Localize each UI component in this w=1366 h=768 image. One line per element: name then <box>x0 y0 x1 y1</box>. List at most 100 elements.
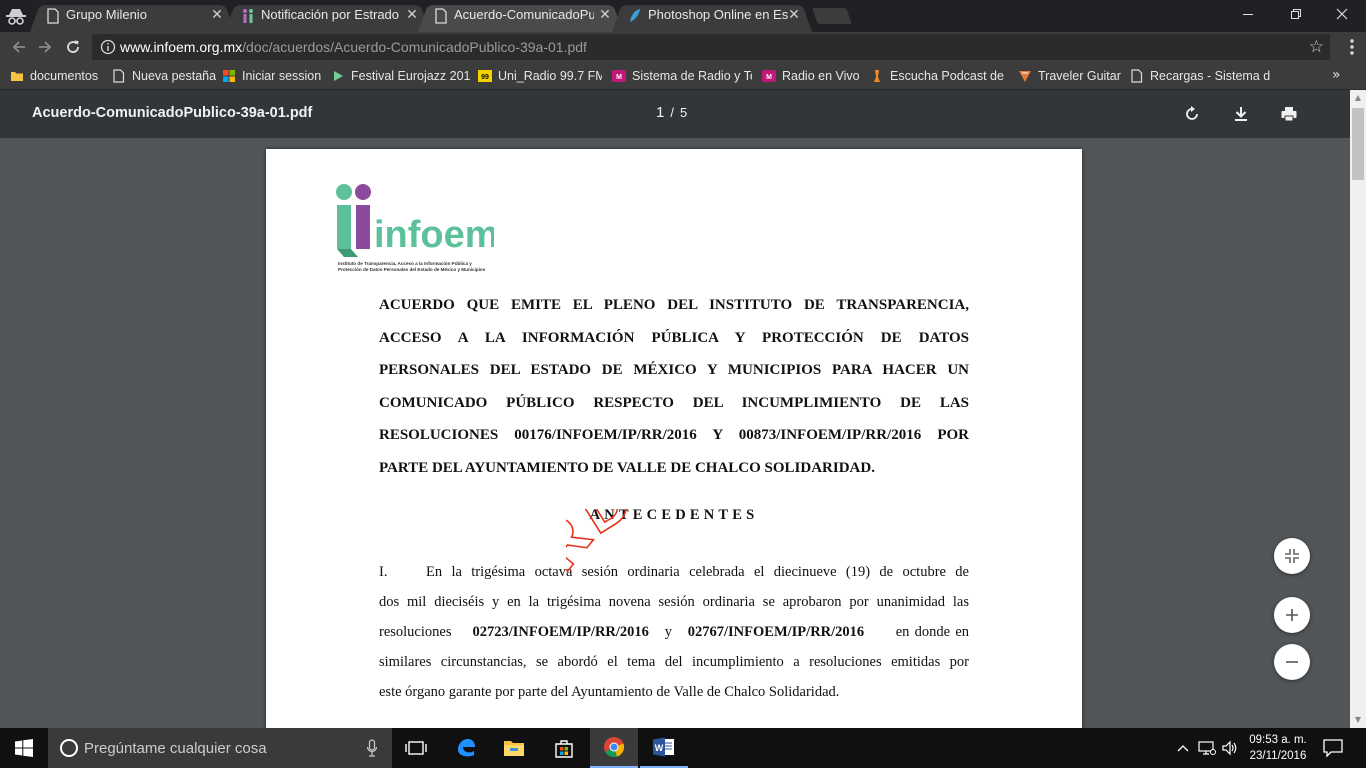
plus-icon <box>1286 609 1298 621</box>
windows-taskbar: Pregúntame cualquier cosa W 09:53 a. m. … <box>0 728 1366 768</box>
download-button[interactable] <box>1230 103 1252 125</box>
tab-title: Acuerdo-ComunicadoPu <box>454 7 594 22</box>
bookmark-label: Recargas - Sistema de <box>1150 69 1270 83</box>
address-bar[interactable]: www.infoem.org.mx/doc/acuerdos/Acuerdo-C… <box>92 34 1330 60</box>
restore-icon <box>1291 9 1301 19</box>
search-placeholder: Pregúntame cualquier cosa <box>84 740 267 757</box>
arrow-right-icon <box>39 41 52 53</box>
logo-tagline-line: Protección de Datos Personales del Estad… <box>338 266 486 272</box>
reload-button[interactable] <box>62 36 84 58</box>
start-button[interactable] <box>0 728 48 768</box>
url-text[interactable]: www.infoem.org.mx/doc/acuerdos/Acuerdo-C… <box>120 39 587 55</box>
heading-line: ACUERDO QUE EMITE EL PLENO DEL INSTITUTO… <box>379 297 969 313</box>
edge-app-button[interactable] <box>442 728 490 768</box>
action-center-icon[interactable] <box>1322 738 1344 758</box>
new-tab-button[interactable] <box>812 8 852 24</box>
cortana-icon <box>60 739 78 757</box>
browser-toolbar: www.infoem.org.mx/doc/acuerdos/Acuerdo-C… <box>0 32 1366 62</box>
bookmark-escucha-podcast[interactable]: Escucha Podcast de R <box>870 67 1008 85</box>
paragraph-line: I. En la trigésima octava sesión ordinari… <box>379 557 969 587</box>
task-view-button[interactable] <box>392 728 440 768</box>
scroll-up-icon[interactable]: ▲ <box>1350 90 1366 106</box>
paragraph-text: En la trigésima octava sesión ordinaria … <box>426 564 969 580</box>
heading-line: ACCESO A LA INFORMACIÓN PÚBLICA Y PROTEC… <box>379 329 969 346</box>
close-window-button[interactable] <box>1318 0 1366 28</box>
chrome-app-button[interactable] <box>590 728 638 768</box>
file-explorer-button[interactable] <box>490 728 538 768</box>
folder-icon <box>504 741 524 756</box>
svg-text:M: M <box>766 74 772 81</box>
minimize-button[interactable] <box>1224 0 1272 28</box>
tab-acuerdo-pdf[interactable]: Acuerdo-ComunicadoPu ✕ <box>418 0 623 32</box>
close-icon[interactable]: ✕ <box>597 7 613 23</box>
minus-icon <box>1286 661 1298 663</box>
bookmark-documentos[interactable]: documentos <box>10 67 110 85</box>
bookmark-sistema-radio[interactable]: M Sistema de Radio y Te <box>612 67 752 85</box>
page-indicator: 1 / 5 <box>656 104 687 121</box>
imer-icon: M <box>762 70 776 82</box>
volume-button[interactable] <box>1221 740 1239 756</box>
close-icon[interactable]: ✕ <box>209 7 225 23</box>
podcast-icon <box>874 70 880 82</box>
bookmark-label: Nueva pestaña <box>132 69 216 83</box>
restore-button[interactable] <box>1272 0 1320 28</box>
zoom-out-button[interactable] <box>1274 644 1310 680</box>
people-icon <box>243 9 253 23</box>
store-app-button[interactable] <box>540 728 588 768</box>
heading-line: COMUNICADO PÚBLICO RESPECTO DEL INCUMPLI… <box>379 394 969 411</box>
url-path: /doc/acuerdos/Acuerdo-ComunicadoPublico-… <box>242 39 587 55</box>
fit-to-page-button[interactable] <box>1274 538 1310 574</box>
bookmarks-overflow-button[interactable]: » <box>1332 67 1341 83</box>
tab-grupo-milenio[interactable]: Grupo Milenio ✕ <box>30 0 235 32</box>
tab-photoshop[interactable]: Photoshop Online en Esp ✕ <box>612 0 812 32</box>
bookmark-label: Uni_Radio 99.7 FM <box>498 69 602 83</box>
pdf-viewer[interactable]: infoem Instituto de Transparencia, Acces… <box>0 138 1350 728</box>
scroll-down-icon[interactable]: ▼ <box>1350 712 1366 728</box>
pdf-page: infoem Instituto de Transparencia, Acces… <box>266 149 1082 728</box>
more-menu-icon[interactable] <box>1342 37 1362 57</box>
cortana-search-box[interactable]: Pregúntame cualquier cosa <box>48 728 392 768</box>
back-button[interactable] <box>8 36 30 58</box>
bookmark-star-icon[interactable]: ☆ <box>1309 37 1324 57</box>
bookmark-nueva-pestana[interactable]: Nueva pestaña <box>112 67 216 85</box>
edge-icon <box>458 739 475 757</box>
section-title: ANTECEDENTES <box>589 507 759 523</box>
info-icon[interactable] <box>100 39 116 55</box>
word-icon: W <box>653 737 674 757</box>
show-hidden-icons-button[interactable] <box>1174 740 1192 756</box>
svg-text:M: M <box>616 74 622 81</box>
bookmark-radio-en-vivo[interactable]: M Radio en Vivo <box>762 67 862 85</box>
chrome-icon <box>604 737 625 757</box>
bookmark-traveler-guitar[interactable]: Traveler Guitar <box>1018 67 1122 85</box>
radio-icon: 99 <box>478 70 492 82</box>
page-icon <box>1131 69 1143 83</box>
print-button[interactable] <box>1278 103 1300 125</box>
bookmark-label: Iniciar session <box>242 69 322 83</box>
play-icon <box>334 71 343 81</box>
paragraph-line: similares circunstancias, se abordó el t… <box>379 654 969 670</box>
microphone-icon[interactable] <box>366 739 378 757</box>
close-icon[interactable]: ✕ <box>786 7 802 23</box>
current-page-input[interactable]: 1 <box>656 104 664 121</box>
fit-page-icon <box>1285 549 1299 563</box>
rotate-button[interactable] <box>1181 103 1203 125</box>
zoom-in-button[interactable] <box>1274 597 1310 633</box>
page-separator: / <box>670 105 674 120</box>
svg-text:W: W <box>655 743 664 753</box>
network-button[interactable] <box>1198 740 1216 756</box>
page-scrollbar[interactable]: ▲ ▼ <box>1350 90 1366 728</box>
pdf-filename: Acuerdo-ComunicadoPublico-39a-01.pdf <box>32 105 313 121</box>
document-heading: ACUERDO QUE EMITE EL PLENO DEL INSTITUTO… <box>379 289 969 485</box>
forward-button[interactable] <box>34 36 56 58</box>
paragraph-number: I. <box>379 564 388 580</box>
tab-notificacion[interactable]: Notificación por Estrado ✕ <box>225 0 430 32</box>
scroll-thumb[interactable] <box>1352 108 1364 180</box>
bookmark-iniciar-session[interactable]: Iniciar session <box>222 67 326 85</box>
bookmark-recargas[interactable]: Recargas - Sistema de <box>1130 67 1270 85</box>
system-clock[interactable]: 09:53 a. m. 23/11/2016 <box>1246 732 1310 764</box>
bookmark-festival-eurojazz[interactable]: Festival Eurojazz 2014 <box>331 67 471 85</box>
bookmark-uni-radio[interactable]: 99 Uni_Radio 99.7 FM <box>478 67 602 85</box>
page-icon <box>435 8 447 24</box>
bookmark-label: Sistema de Radio y Te <box>632 69 752 83</box>
word-app-button[interactable]: W <box>640 728 688 768</box>
